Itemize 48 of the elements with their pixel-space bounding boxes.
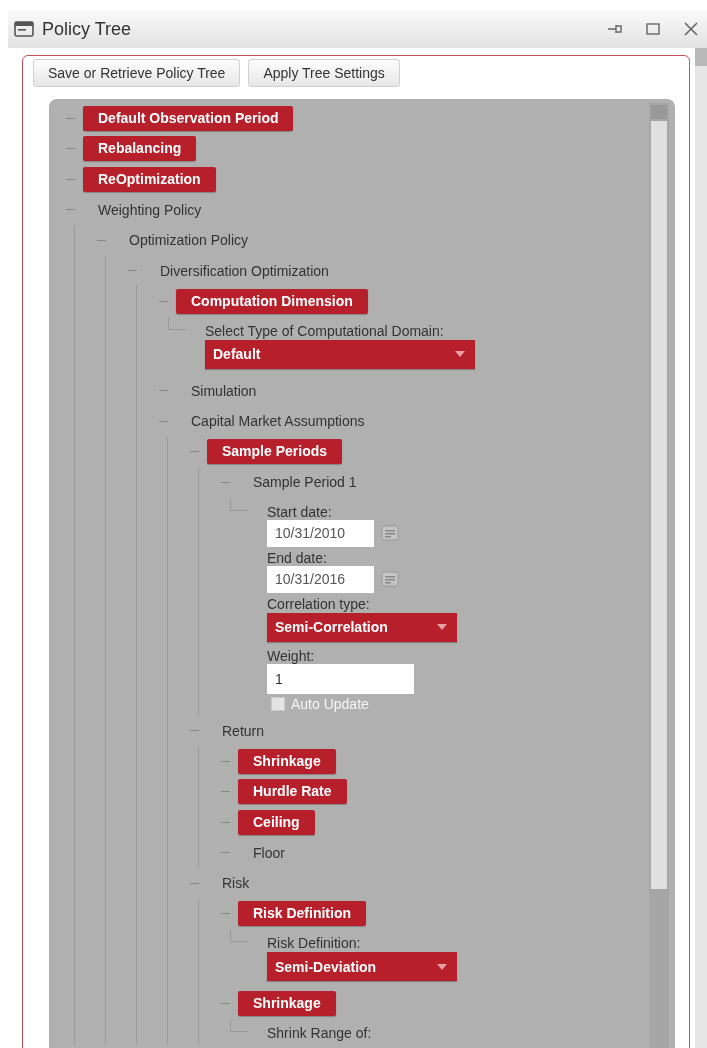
calendar-icon[interactable] (381, 525, 399, 541)
window-title: Policy Tree (42, 18, 133, 40)
field-label: Weight: (267, 647, 315, 664)
field-label: Correlation type: (267, 595, 370, 612)
tree-node[interactable]: Diversification Optimization (145, 262, 329, 279)
field-label: Select Type of Computational Domain: (205, 322, 444, 339)
date-field[interactable]: 10/31/2016 (267, 565, 374, 593)
tree-connector (230, 1018, 248, 1032)
tree-node-chip[interactable]: Computation Dimension (176, 288, 368, 314)
tree-node[interactable]: Optimization Policy (114, 232, 249, 249)
tree-node[interactable]: Risk (207, 875, 250, 892)
scrollbar[interactable] (695, 48, 707, 1048)
field-label: End date: (267, 549, 327, 566)
window-icon (14, 21, 34, 37)
tree-node-chip[interactable]: Shrinkage (238, 990, 336, 1016)
scrollbar[interactable] (649, 103, 669, 1048)
tree-node-chip[interactable]: Sample Periods (207, 439, 343, 465)
tree-node-chip[interactable]: Shrinkage (238, 748, 336, 774)
caret-icon (437, 624, 447, 630)
tree-node[interactable]: Capital Market Assumptions (176, 413, 365, 430)
field-label: Risk Definition: (267, 935, 361, 951)
dropdown[interactable]: Default (205, 339, 475, 369)
dropdown[interactable]: Semi-Correlation (267, 612, 457, 642)
tree-node[interactable]: Floor (238, 844, 285, 861)
tree-node-chip[interactable]: Ceiling (238, 809, 315, 835)
tree-node[interactable]: Simulation (176, 382, 257, 399)
close-icon[interactable] (683, 21, 699, 37)
toolbar-button[interactable]: Apply Tree Settings (248, 59, 400, 87)
date-field[interactable]: 10/31/2010 (267, 519, 374, 547)
input-field[interactable]: 1 (267, 663, 414, 694)
tree-node-chip[interactable]: Hurdle Rate (238, 779, 347, 805)
field-label: Start date: (267, 503, 332, 520)
maximize-icon[interactable] (645, 21, 661, 37)
tree-connector (168, 316, 186, 330)
calendar-icon[interactable] (381, 571, 399, 587)
caret-icon (455, 351, 465, 357)
tree-node-chip[interactable]: Default Observation Period (83, 105, 294, 131)
tree-node-chip[interactable]: Rebalancing (83, 136, 197, 162)
tree-node[interactable]: Weighting Policy (83, 201, 202, 218)
field-label: Shrink Range of: (267, 1024, 372, 1041)
tree-node[interactable]: Return (207, 722, 265, 739)
toolbar-button[interactable]: Save or Retrieve Policy Tree (33, 59, 241, 87)
dropdown[interactable]: Semi-Deviation (267, 952, 457, 981)
tree-node-chip[interactable]: Risk Definition (238, 901, 366, 927)
tree-node-chip[interactable]: ReOptimization (83, 166, 216, 192)
caret-icon (437, 963, 447, 970)
checkbox-label: Auto Update (291, 695, 369, 712)
tree-node[interactable]: Sample Period 1 (238, 474, 357, 491)
